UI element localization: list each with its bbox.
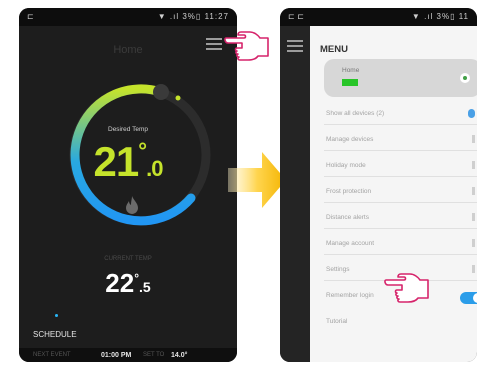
pointing-hand-icon <box>384 273 429 303</box>
menu-item-manage-devices[interactable]: Manage devices <box>324 130 477 151</box>
desired-temp-label: Desired Temp <box>108 126 148 133</box>
underlying-screen <box>280 26 310 362</box>
chevron-icon <box>472 161 475 169</box>
flame-icon <box>126 196 138 214</box>
chevron-icon <box>472 135 475 143</box>
selected-radio-icon <box>460 73 470 83</box>
status-bar: ⊏ ⊏ ▼ .ıl 3%▯ 11 <box>280 8 477 26</box>
arrow-right-icon <box>228 152 286 208</box>
pointing-hand-icon <box>224 31 269 61</box>
menu-item-holiday-mode[interactable]: Holiday mode <box>324 156 477 177</box>
remember-login-toggle[interactable] <box>460 292 477 304</box>
home-card[interactable]: Home <box>324 59 477 97</box>
menu-title: MENU <box>320 44 348 55</box>
chevron-icon <box>472 187 475 195</box>
navigation-drawer: MENU Home Show all devices (2) Manage de… <box>310 26 477 362</box>
count-badge <box>468 109 475 118</box>
menu-item-tutorial[interactable]: Tutorial <box>324 312 477 332</box>
menu-icon[interactable] <box>206 38 222 50</box>
home-label: Home <box>342 67 360 74</box>
chevron-icon <box>472 213 475 221</box>
dial-handle <box>153 84 169 100</box>
schedule-label[interactable]: SCHEDULE <box>33 330 77 339</box>
page-indicator <box>55 314 58 317</box>
screen-title: Home <box>113 44 143 56</box>
chevron-icon <box>472 265 475 273</box>
menu-icon[interactable] <box>287 40 303 55</box>
app-notification-icon: ⊏ ⊏ <box>288 12 304 21</box>
menu-item-show-all-devices[interactable]: Show all devices (2) <box>324 104 477 125</box>
menu-screen: ⊏ ⊏ ▼ .ıl 3%▯ 11 MENU Home Show all devi… <box>280 8 477 362</box>
thermostat-screen: ⊏ ▼ .ıl 3%▯ 11:27 Home Desired Temp 21°.… <box>19 8 237 362</box>
status-bar: ⊏ ▼ .ıl 3%▯ 11:27 <box>19 8 237 26</box>
current-temp-value: 22°.5 <box>105 268 151 298</box>
chevron-icon <box>472 239 475 247</box>
current-temp-label: CURRENT TEMP <box>104 256 152 262</box>
status-icons: ▼ .ıl 3%▯ 11:27 <box>157 12 229 21</box>
desired-temp-value: 21°.0 <box>93 138 164 185</box>
menu-item-distance-alerts[interactable]: Distance alerts <box>324 208 477 229</box>
menu-item-manage-account[interactable]: Manage account <box>324 234 477 255</box>
status-icons: ▼ .ıl 3%▯ 11 <box>411 12 469 21</box>
app-notification-icon: ⊏ <box>27 12 34 21</box>
menu-item-frost-protection[interactable]: Frost protection <box>324 182 477 203</box>
next-event-bar: NEXT EVENT 01:00 PM SET TO 14.0° <box>19 348 237 362</box>
home-color-swatch <box>342 79 358 86</box>
